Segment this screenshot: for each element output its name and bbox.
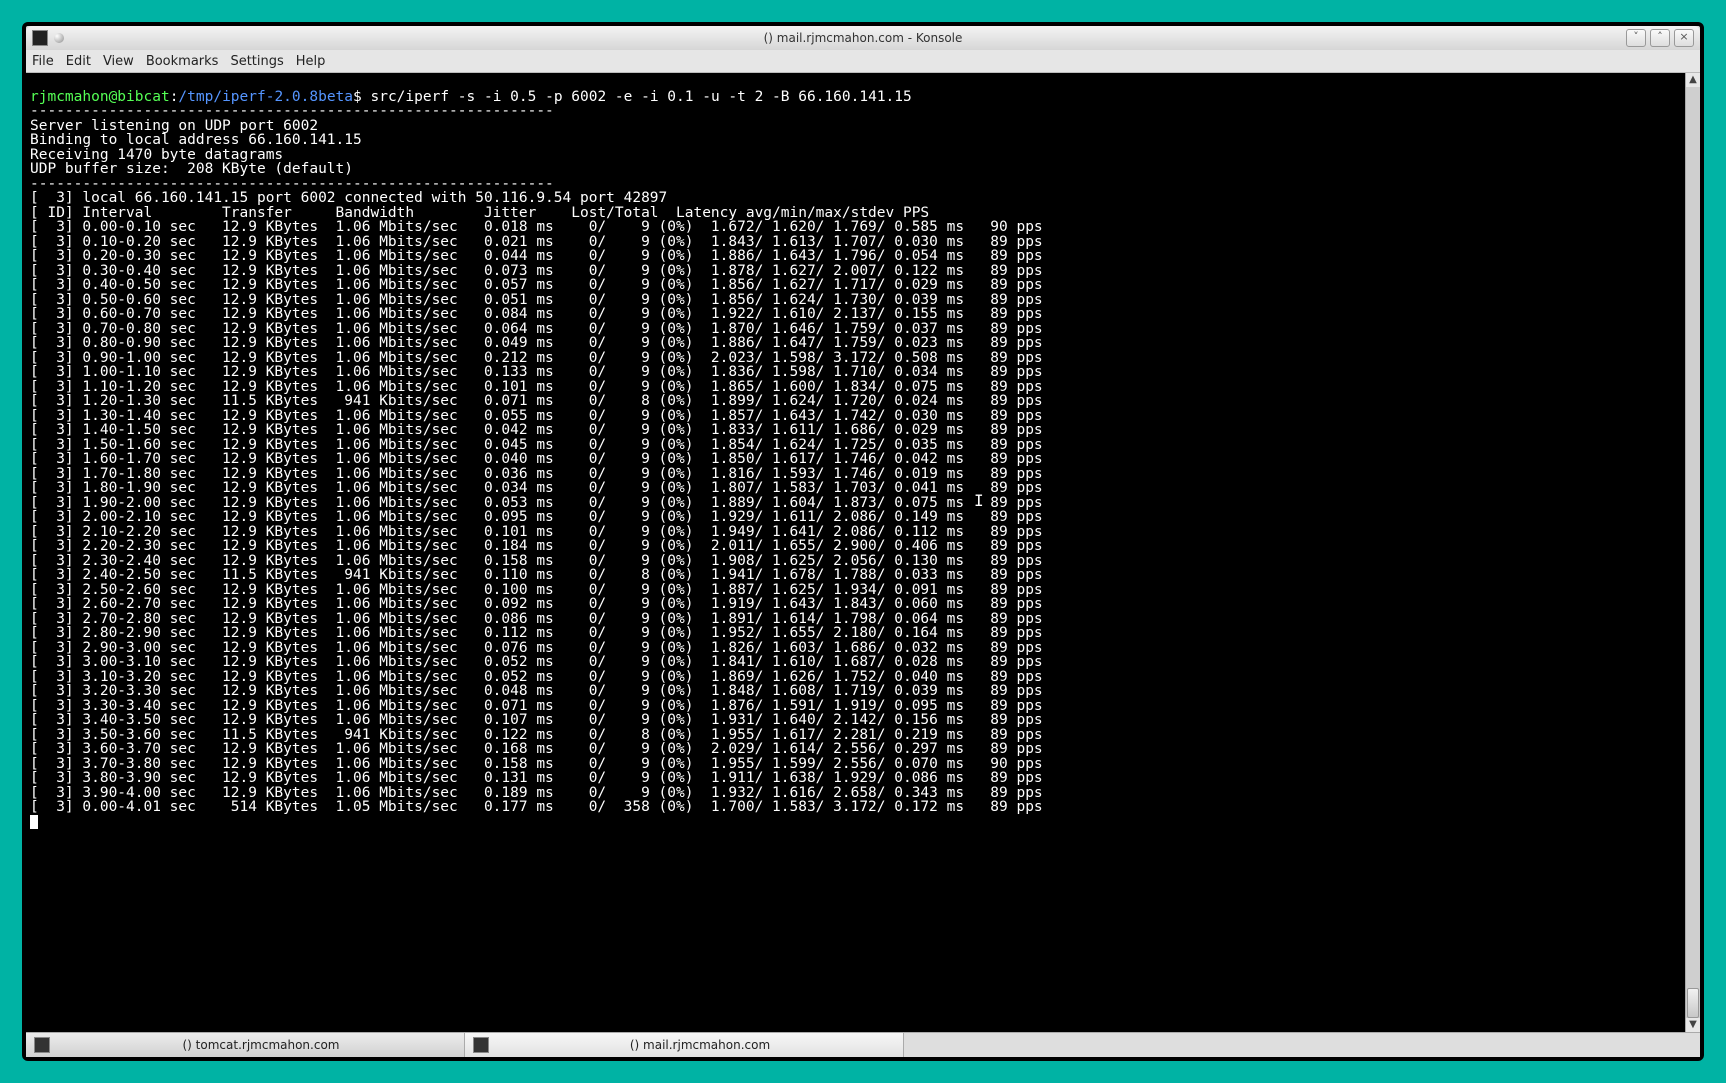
scroll-thumb[interactable] xyxy=(1687,988,1699,1018)
text-cursor-icon: I xyxy=(974,491,984,510)
menubar: File Edit View Bookmarks Settings Help xyxy=(26,50,1700,73)
tab-label: () mail.rjmcmahon.com xyxy=(497,1038,903,1052)
scrollbar[interactable]: ▲ ▼ xyxy=(1685,73,1700,1032)
terminal[interactable]: rjmcmahon@bibcat:/tmp/iperf-2.0.8beta$ s… xyxy=(26,88,1685,1018)
terminal-icon xyxy=(34,1037,50,1053)
scroll-down-icon[interactable]: ▼ xyxy=(1686,1018,1700,1032)
menu-help[interactable]: Help xyxy=(296,54,326,69)
scroll-track[interactable] xyxy=(1686,87,1700,1018)
terminal-icon xyxy=(473,1037,489,1053)
menu-settings[interactable]: Settings xyxy=(230,54,283,69)
menu-file[interactable]: File xyxy=(32,54,54,69)
session-indicator-icon xyxy=(54,33,64,43)
tab-label: () tomcat.rjmcmahon.com xyxy=(58,1038,464,1052)
scroll-up-icon[interactable]: ▲ xyxy=(1686,73,1700,87)
menu-bookmarks[interactable]: Bookmarks xyxy=(146,54,219,69)
maximize-button[interactable]: ˄ xyxy=(1650,29,1670,47)
minimize-button[interactable]: ˅ xyxy=(1626,29,1646,47)
titlebar: () mail.rjmcmahon.com - Konsole ˅ ˄ × xyxy=(26,26,1700,50)
tab-tomcat[interactable]: () tomcat.rjmcmahon.com xyxy=(26,1033,465,1057)
tab-mail[interactable]: () mail.rjmcmahon.com xyxy=(465,1033,904,1057)
close-button[interactable]: × xyxy=(1674,29,1694,47)
menu-view[interactable]: View xyxy=(103,54,134,69)
window-title: () mail.rjmcmahon.com - Konsole xyxy=(26,31,1700,45)
tabbar: () tomcat.rjmcmahon.com () mail.rjmcmaho… xyxy=(26,1032,1700,1057)
menu-edit[interactable]: Edit xyxy=(66,54,91,69)
app-icon xyxy=(32,30,48,46)
